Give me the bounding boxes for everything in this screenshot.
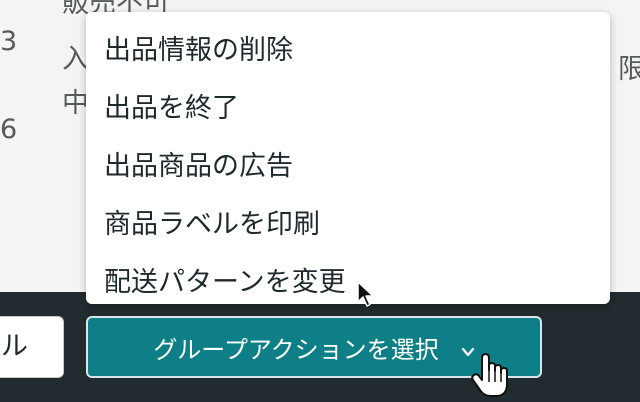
row-status: 中 [62, 88, 89, 119]
row-status: 入 [62, 44, 89, 75]
mouse-pointer-icon [356, 280, 376, 308]
menu-item-advertise[interactable]: 出品商品の広告 [86, 138, 610, 196]
group-action-dropdown-menu: 出品情報の削除 出品を終了 出品商品の広告 商品ラベルを印刷 配送パターンを変更 [86, 12, 610, 304]
group-action-label: グループアクションを選択 [153, 335, 439, 364]
menu-item-delete-listing[interactable]: 出品情報の削除 [86, 22, 610, 80]
menu-item-print-labels[interactable]: 商品ラベルを印刷 [86, 196, 610, 254]
chevron-down-icon [461, 337, 475, 357]
row-quantity: 3 [0, 26, 18, 57]
cancel-button[interactable]: ル [0, 316, 64, 378]
hand-pointer-icon [470, 352, 512, 400]
menu-item-end-listing[interactable]: 出品を終了 [86, 80, 610, 138]
menu-item-change-shipping[interactable]: 配送パターンを変更 [86, 254, 610, 312]
row-quantity: 6 [0, 114, 18, 145]
row-limit: 限 [618, 54, 640, 85]
